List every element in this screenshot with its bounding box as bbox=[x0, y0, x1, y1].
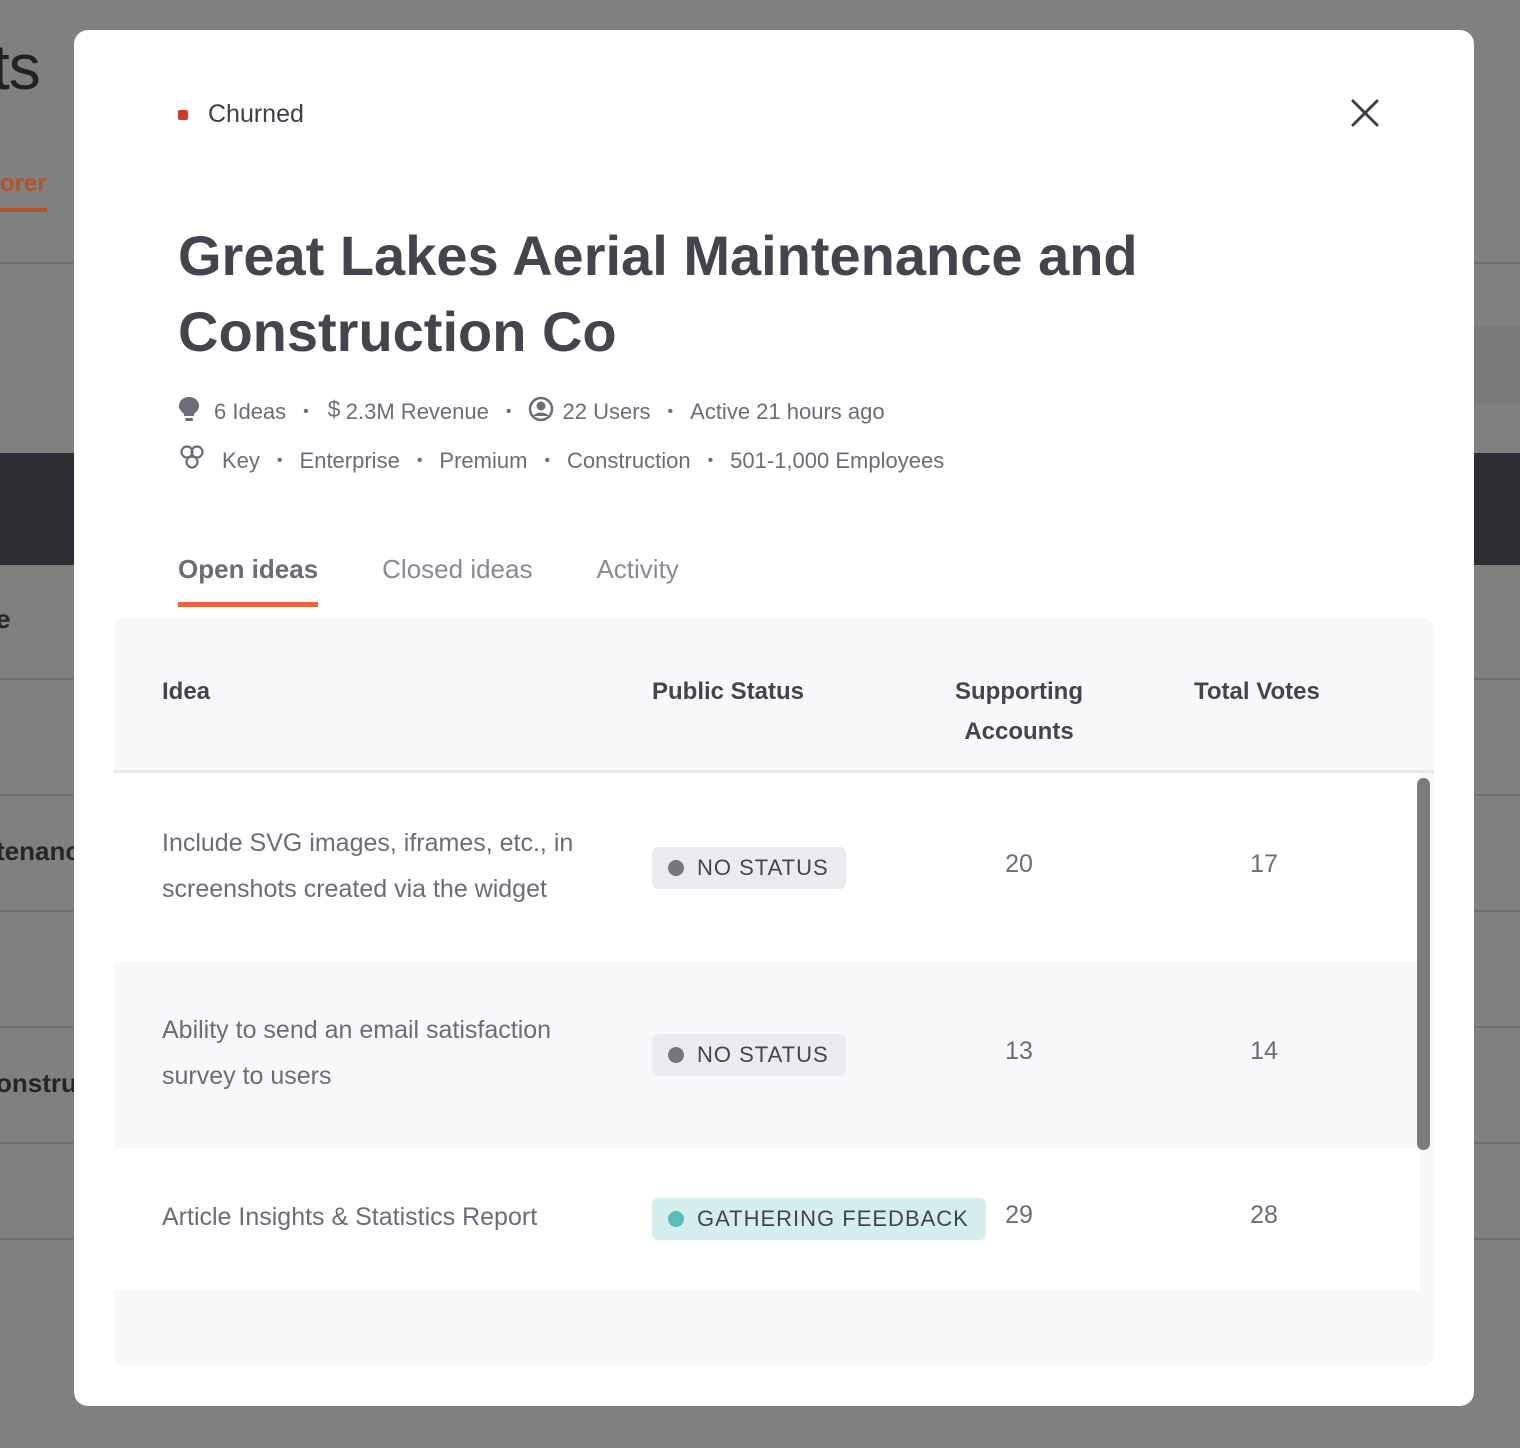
background-page-title: ts bbox=[0, 31, 41, 103]
status-label: Churned bbox=[208, 100, 304, 128]
separator: • bbox=[416, 452, 423, 469]
account-status: Churned bbox=[178, 100, 304, 129]
close-icon bbox=[1351, 99, 1379, 127]
segment-item: Enterprise bbox=[299, 448, 400, 473]
column-header-idea[interactable]: Idea bbox=[162, 672, 210, 712]
supporting-accounts-count: 13 bbox=[1005, 1037, 1033, 1065]
separator: • bbox=[276, 452, 283, 469]
column-header-supporting-line1: Supporting bbox=[955, 678, 1083, 705]
idea-title[interactable]: Ability to send an email satisfaction su… bbox=[162, 1007, 622, 1099]
column-header-status[interactable]: Public Status bbox=[652, 672, 804, 712]
status-badge: GATHERING FEEDBACK bbox=[652, 1198, 986, 1240]
tab-open-ideas[interactable]: Open ideas bbox=[178, 554, 319, 607]
close-button[interactable] bbox=[1348, 96, 1382, 130]
segment-item: Key bbox=[222, 448, 260, 473]
status-dot bbox=[668, 860, 684, 876]
segment-item: Construction bbox=[567, 448, 691, 473]
table-scrollbar[interactable] bbox=[1417, 778, 1430, 1150]
svg-text:$: $ bbox=[327, 396, 340, 422]
separator: • bbox=[707, 452, 714, 469]
background-tab: orer bbox=[0, 170, 47, 212]
status-badge: NO STATUS bbox=[652, 847, 846, 889]
company-name: Great Lakes Aerial Maintenance and Const… bbox=[178, 224, 1138, 363]
account-stats: 6 Ideas • $ 2.3M Revenue • 22 Users • Ac… bbox=[178, 396, 885, 428]
table-header: Idea Public Status Supporting Accounts T… bbox=[114, 618, 1434, 773]
status-badge-label: NO STATUS bbox=[697, 855, 829, 880]
idea-title[interactable]: Include SVG images, iframes, etc., in sc… bbox=[162, 820, 622, 912]
status-badge: NO STATUS bbox=[652, 1034, 846, 1076]
status-badge-label: GATHERING FEEDBACK bbox=[697, 1206, 969, 1231]
column-header-supporting-line2: Accounts bbox=[964, 718, 1074, 745]
lightbulb-icon bbox=[178, 396, 200, 428]
total-votes-count: 17 bbox=[1250, 850, 1278, 878]
status-dot bbox=[668, 1047, 684, 1063]
column-header-votes[interactable]: Total Votes bbox=[1194, 672, 1320, 712]
table-row[interactable]: Ability to send an email satisfaction su… bbox=[114, 961, 1420, 1148]
ideas-count: 6 Ideas bbox=[214, 399, 287, 424]
status-dot bbox=[178, 109, 188, 120]
segments-icon bbox=[178, 444, 206, 478]
background-row-text: onstru bbox=[0, 1068, 77, 1098]
separator: • bbox=[303, 403, 309, 420]
table-row[interactable]: Article Insights & Statistics Report GAT… bbox=[114, 1148, 1420, 1290]
column-header-supporting[interactable]: Supporting Accounts bbox=[934, 672, 1104, 752]
ideas-tabs: Open ideas Closed ideas Activity bbox=[178, 554, 743, 607]
separator: • bbox=[544, 452, 551, 469]
account-modal: Churned Great Lakes Aerial Maintenance a… bbox=[74, 30, 1474, 1406]
user-icon bbox=[528, 396, 554, 428]
table-row[interactable]: Include SVG images, iframes, etc., in sc… bbox=[114, 773, 1420, 961]
status-dot bbox=[668, 1211, 684, 1227]
separator: • bbox=[667, 403, 674, 420]
background-row-text: e bbox=[0, 604, 11, 634]
background-row-text: tenanc bbox=[0, 836, 80, 866]
ideas-table: Idea Public Status Supporting Accounts T… bbox=[114, 618, 1434, 1365]
idea-title[interactable]: Article Insights & Statistics Report bbox=[162, 1194, 642, 1240]
users-count: 22 Users bbox=[562, 399, 651, 424]
dollar-icon: $ bbox=[326, 396, 342, 428]
total-votes-count: 14 bbox=[1250, 1037, 1278, 1065]
tab-closed-ideas[interactable]: Closed ideas bbox=[382, 554, 532, 607]
supporting-accounts-count: 29 bbox=[1005, 1201, 1033, 1229]
segment-item: Premium bbox=[439, 448, 528, 473]
revenue: 2.3M Revenue bbox=[345, 399, 489, 424]
tab-activity[interactable]: Activity bbox=[596, 554, 678, 607]
separator: • bbox=[505, 403, 512, 420]
total-votes-count: 28 bbox=[1250, 1201, 1278, 1229]
last-active: Active 21 hours ago bbox=[690, 399, 885, 424]
account-segments: Key • Enterprise • Premium • Constructio… bbox=[178, 444, 944, 478]
status-badge-label: NO STATUS bbox=[697, 1042, 829, 1067]
supporting-accounts-count: 20 bbox=[1005, 850, 1033, 878]
segment-item: 501-1,000 Employees bbox=[730, 448, 945, 473]
